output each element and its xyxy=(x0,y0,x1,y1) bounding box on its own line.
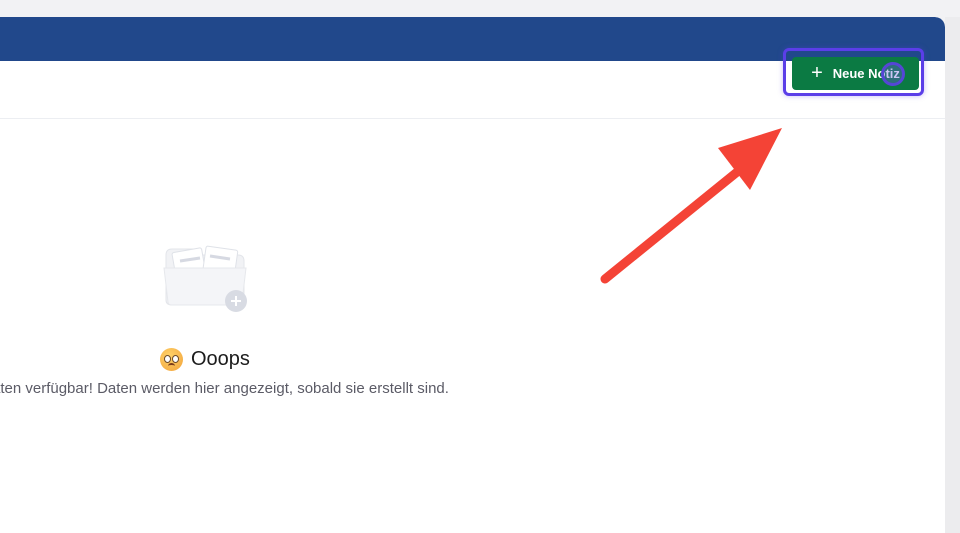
empty-state-title: Ooops xyxy=(160,345,250,373)
worried-face-emoji xyxy=(160,347,183,371)
page-background xyxy=(0,0,960,17)
scrollbar-track[interactable] xyxy=(945,17,960,533)
cursor-indicator xyxy=(881,62,905,86)
empty-state-title-text: Ooops xyxy=(191,347,250,370)
empty-state-message: aten verfügbar! Daten werden hier angeze… xyxy=(0,380,449,397)
empty-folder-icon xyxy=(163,245,247,312)
